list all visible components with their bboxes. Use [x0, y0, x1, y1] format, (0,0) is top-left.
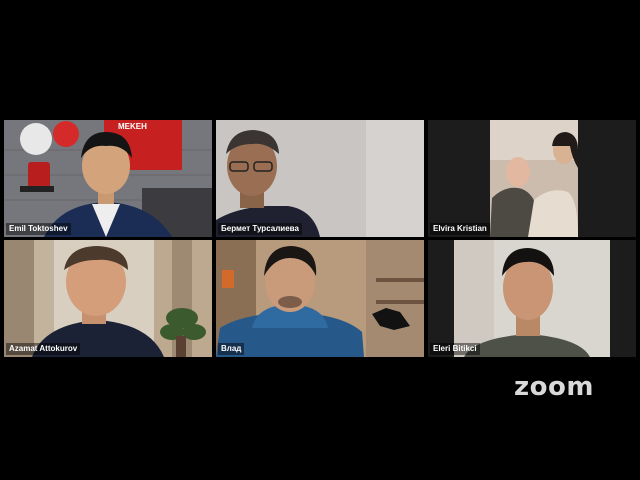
video-feed: [428, 240, 636, 357]
video-feed: [216, 120, 424, 237]
participant-tile-bermet[interactable]: Бермет Турсалиева: [216, 120, 424, 237]
video-feed: [4, 240, 212, 357]
participant-name: Eleri Bitikci: [430, 343, 480, 355]
video-feed: [216, 240, 424, 357]
zoom-logo: zoom: [514, 372, 594, 402]
participant-tile-vlad[interactable]: Влад: [216, 240, 424, 357]
video-grid: MEKEH Emil Toktoshev Бермет Турсалиева E…: [4, 120, 636, 360]
participant-name: Влад: [218, 343, 245, 355]
banner-text: MEKEH: [118, 122, 147, 131]
participant-tile-eleri[interactable]: Eleri Bitikci: [428, 240, 636, 357]
video-feed: [428, 120, 636, 237]
video-feed: [4, 120, 212, 237]
participant-name: Бермет Турсалиева: [218, 223, 302, 235]
participant-name: Emil Toktoshev: [6, 223, 71, 235]
participant-tile-azamat[interactable]: Azamat Attokurov: [4, 240, 212, 357]
participant-tile-elvira[interactable]: Elvira Kristian: [428, 120, 636, 237]
participant-tile-emil[interactable]: MEKEH Emil Toktoshev: [4, 120, 212, 237]
participant-name: Azamat Attokurov: [6, 343, 81, 355]
participant-name: Elvira Kristian: [430, 223, 490, 235]
